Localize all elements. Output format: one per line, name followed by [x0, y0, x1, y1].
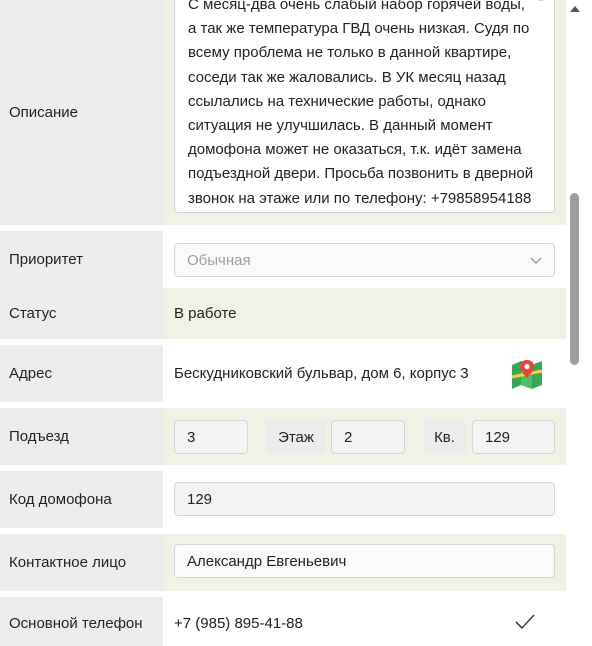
status-value: В работе [174, 305, 237, 322]
description-line: а так же температура ГВД очень низкая. С… [188, 20, 530, 38]
address-row: Адрес Бескудниковский бульвар, дом 6, ко… [0, 345, 566, 402]
intercom-value-cell: 129 [163, 471, 566, 528]
apartment-label: Кв. [423, 420, 466, 454]
floor-label: Этаж [266, 420, 326, 454]
intercom-row: Код домофона 129 [0, 471, 566, 528]
status-label: Статус [0, 288, 163, 339]
description-line: С месяц-два очень слабый набор горячей в… [188, 0, 525, 13]
description-line: домофона может не оказаться, т.к. идёт з… [188, 141, 522, 159]
entrance-value-cell: 3 Этаж 2 Кв. 129 [163, 408, 566, 465]
phone-value: +7 (985) 895-41-88 [174, 615, 303, 632]
phone-value-cell: +7 (985) 895-41-88 [163, 597, 566, 646]
scroll-up-arrow-icon[interactable] [569, 4, 581, 14]
status-row: Статус В работе [0, 288, 566, 339]
phone-label: Основной телефон [0, 597, 163, 646]
request-form: Описание С месяц-два очень слабый набор … [0, 0, 566, 646]
scrollbar-thumb[interactable] [570, 193, 579, 365]
priority-label: Приоритет [0, 231, 163, 288]
description-line: ссылались на технические работы, однако [188, 92, 487, 110]
priority-row: Приоритет Обычная [0, 231, 566, 288]
floor-input[interactable]: 2 [331, 420, 405, 454]
description-value: С месяц-два очень слабый набор горячей в… [163, 0, 566, 225]
status-value-cell: В работе [163, 288, 566, 339]
contact-label: Контактное лицо [0, 534, 163, 591]
priority-selected-value: Обычная [187, 251, 251, 269]
priority-select[interactable]: Обычная [174, 243, 555, 277]
description-textarea[interactable]: С месяц-два очень слабый набор горячей в… [174, 0, 555, 213]
address-label: Адрес [0, 345, 163, 402]
address-value: Бескудниковский бульвар, дом 6, корпус 3 [174, 365, 469, 382]
description-line: соседи так же жаловались. В УК месяц наз… [188, 68, 506, 86]
contact-value-cell: Александр Евгеньевич [163, 534, 566, 591]
description-line: подъездной двери. Просьба позвонить в дв… [188, 165, 534, 183]
phone-row: Основной телефон +7 (985) 895-41-88 [0, 597, 566, 646]
entrance-label: Подъезд [0, 408, 163, 465]
address-value-cell: Бескудниковский бульвар, дом 6, корпус 3 [163, 345, 566, 402]
map-icon[interactable] [510, 357, 544, 391]
description-line: всему проблема не только в данной кварти… [188, 44, 512, 62]
entrance-input[interactable]: 3 [174, 420, 248, 454]
contact-row: Контактное лицо Александр Евгеньевич [0, 534, 566, 591]
entrance-row: Подъезд 3 Этаж 2 Кв. 129 [0, 408, 566, 465]
description-row: Описание С месяц-два очень слабый набор … [0, 0, 566, 225]
intercom-input[interactable]: 129 [174, 482, 555, 516]
intercom-label: Код домофона [0, 471, 163, 528]
priority-value: Обычная [163, 231, 566, 288]
contact-input[interactable]: Александр Евгеньевич [174, 544, 555, 578]
checkmark-icon [515, 614, 535, 630]
description-line: звонок на этаже или по телефону: +798589… [188, 189, 532, 207]
description-line: ситуация не улучшилась. В данный момент [188, 117, 493, 135]
chevron-down-icon [530, 257, 542, 264]
apartment-input[interactable]: 129 [472, 420, 555, 454]
description-label: Описание [0, 0, 163, 225]
